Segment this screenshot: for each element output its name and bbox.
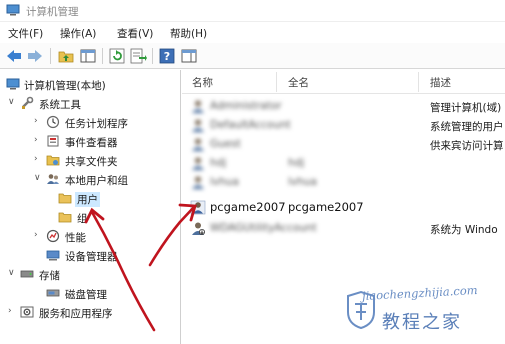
forward-arrow-icon[interactable]: [26, 47, 44, 65]
chevron-right-icon[interactable]: ›: [34, 116, 44, 126]
watermark-url: jiaochengzhijia.com: [361, 282, 478, 304]
tree-item-label: 用户: [75, 192, 100, 207]
user-icon: [192, 100, 204, 113]
services-icon: [20, 306, 34, 318]
user-name: lvhua: [210, 176, 239, 188]
disk-management-icon: [46, 289, 60, 297]
list-header: 名称 全名 描述: [182, 70, 505, 94]
column-header-name[interactable]: 名称: [192, 75, 213, 90]
tree-item-label: 任务计划程序: [65, 118, 128, 130]
chevron-right-icon[interactable]: ›: [34, 230, 44, 240]
list-item[interactable]: Guest 供来宾访问计算: [182, 135, 505, 154]
chevron-down-icon[interactable]: ∨: [34, 173, 44, 183]
computer-management-icon: [6, 4, 20, 16]
show-hide-action-pane-icon[interactable]: [180, 47, 198, 65]
user-icon: [190, 200, 206, 215]
list-item[interactable]: hdj hdj: [182, 154, 505, 173]
tree-item-label: 事件查看器: [65, 137, 118, 149]
tree-item-label: 磁盘管理: [65, 289, 107, 301]
column-header-fullname[interactable]: 全名: [288, 75, 309, 90]
tree-item-label: 设备管理器: [65, 251, 118, 263]
menu-bar: 文件(F) 操作(A) 查看(V) 帮助(H): [0, 23, 505, 42]
navigation-tree: 计算机管理(本地) ∨ 系统工具 › 任务计划程序 › 事件查看器 › 共享文件…: [0, 70, 181, 344]
tree-item-label: 组: [77, 213, 88, 225]
back-arrow-icon[interactable]: [5, 47, 23, 65]
computer-management-icon: [6, 78, 20, 90]
chevron-down-icon[interactable]: ∨: [8, 97, 18, 107]
list-item[interactable]: lvhua lvhua: [182, 173, 505, 192]
export-list-icon[interactable]: [129, 47, 147, 65]
user-icon: [192, 138, 204, 151]
menu-help[interactable]: 帮助(H): [170, 26, 207, 41]
user-fullname: lvhua: [288, 176, 317, 188]
device-manager-icon: [46, 250, 60, 261]
user-disabled-icon: [192, 222, 205, 235]
column-header-description[interactable]: 描述: [430, 75, 451, 90]
list-item[interactable]: WDAGUtilityAccount 系统为 Windo: [182, 219, 505, 238]
window-title: 计算机管理: [26, 6, 79, 18]
menu-action[interactable]: 操作(A): [60, 26, 96, 41]
watermark: jiaochengzhijia.com 教程之家: [340, 282, 505, 342]
storage-icon: [20, 270, 34, 278]
list-item[interactable]: Administrator 管理计算机(域): [182, 97, 505, 116]
chevron-right-icon[interactable]: ›: [8, 306, 18, 316]
tree-item-label: 计算机管理(本地): [24, 80, 106, 92]
system-tools-icon: [22, 96, 34, 109]
title-bar: 计算机管理: [0, 0, 505, 22]
list-item-pcgame2007[interactable]: pcgame2007 pcgame2007: [182, 198, 505, 217]
list-item[interactable]: DefaultAccount 系统管理的用户: [182, 116, 505, 135]
user-fullname: hdj: [288, 157, 305, 169]
shared-folder-icon: [46, 155, 60, 166]
user-name: pcgame2007: [210, 200, 286, 214]
chevron-right-icon[interactable]: ›: [34, 154, 44, 164]
user-description: 系统为 Windo: [430, 224, 498, 236]
user-name: WDAGUtilityAccount: [210, 222, 317, 234]
user-name: hdj: [210, 157, 227, 169]
user-name: Administrator: [210, 100, 282, 112]
up-folder-icon[interactable]: [57, 47, 75, 65]
event-viewer-icon: [47, 135, 59, 147]
help-icon[interactable]: ?: [158, 47, 176, 65]
user-name: Guest: [210, 138, 241, 150]
clock-icon: [46, 115, 60, 129]
performance-icon: [46, 229, 60, 243]
tree-item-label: 服务和应用程序: [39, 308, 113, 320]
svg-text:?: ?: [164, 50, 170, 63]
menu-view[interactable]: 查看(V): [117, 26, 153, 41]
user-icon: [192, 157, 204, 170]
chevron-right-icon[interactable]: ›: [34, 135, 44, 145]
toolbar: ?: [0, 43, 505, 69]
user-description: 系统管理的用户: [430, 121, 504, 133]
watermark-text: 教程之家: [382, 312, 462, 333]
user-fullname: pcgame2007: [288, 200, 364, 214]
user-icon: [192, 176, 204, 189]
user-name: DefaultAccount: [210, 119, 291, 131]
tree-item-label: 性能: [65, 232, 86, 244]
users-group-icon: [47, 174, 59, 184]
tree-item-label: 共享文件夹: [65, 156, 118, 168]
show-hide-tree-icon[interactable]: [79, 47, 97, 65]
user-description: 管理计算机(域): [430, 102, 502, 114]
tree-item-label: 本地用户和组: [65, 175, 128, 187]
user-description: 供来宾访问计算: [430, 140, 504, 152]
folder-icon: [58, 212, 72, 223]
menu-file[interactable]: 文件(F): [8, 26, 43, 41]
chevron-down-icon[interactable]: ∨: [8, 268, 18, 278]
user-icon: [192, 119, 204, 132]
refresh-icon[interactable]: [108, 47, 126, 65]
folder-icon: [58, 193, 72, 204]
tree-item-label: 系统工具: [39, 99, 81, 111]
tree-item-label: 存储: [39, 270, 60, 282]
